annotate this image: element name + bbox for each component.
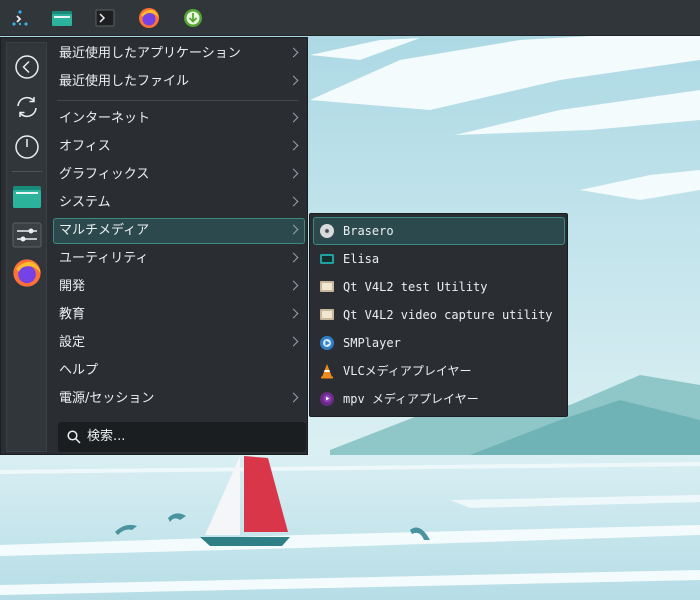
menu-item-recent-files[interactable]: 最近使用したファイル xyxy=(53,69,305,95)
search-placeholder: 検索... xyxy=(87,429,126,444)
menu-item-education[interactable]: 教育 xyxy=(53,302,305,328)
monitor-icon xyxy=(320,281,334,292)
chevron-right-icon xyxy=(288,75,299,86)
chevron-right-icon xyxy=(288,224,299,235)
download-icon[interactable] xyxy=(179,4,207,32)
submenu-item-vlc[interactable]: VLCメディアプレイヤー xyxy=(313,357,565,385)
taskbar xyxy=(0,0,700,36)
chevron-right-icon xyxy=(288,308,299,319)
application-menu: 最近使用したアプリケーション 最近使用したファイル インターネット オフィス グ… xyxy=(0,37,308,455)
menu-item-label: 電源/セッション xyxy=(59,391,155,406)
menu-item-label: ヘルプ xyxy=(59,363,99,378)
submenu-item-label: Brasero xyxy=(343,224,394,238)
menu-item-label: 最近使用したアプリケーション xyxy=(59,46,241,61)
menu-item-development[interactable]: 開発 xyxy=(53,274,305,300)
menu-item-label: 最近使用したファイル xyxy=(59,74,190,89)
submenu-item-elisa[interactable]: Elisa xyxy=(313,245,565,273)
menu-item-label: システム xyxy=(59,195,111,210)
submenu-item-label: Qt V4L2 test Utility xyxy=(343,280,488,294)
submenu-item-qt-v4l2-test[interactable]: Qt V4L2 test Utility xyxy=(313,273,565,301)
menu-item-internet[interactable]: インターネット xyxy=(53,106,305,132)
menu-item-office[interactable]: オフィス xyxy=(53,134,305,160)
refresh-icon[interactable] xyxy=(11,91,43,123)
vlc-cone-icon xyxy=(321,364,333,379)
submenu-item-brasero[interactable]: Brasero xyxy=(313,217,565,245)
menu-item-settings[interactable]: 設定 xyxy=(53,330,305,356)
chevron-right-icon xyxy=(288,112,299,123)
submenu-item-label: SMPlayer xyxy=(343,336,401,350)
menu-item-label: 教育 xyxy=(59,307,86,322)
mpv-icon xyxy=(320,392,334,406)
smplayer-icon xyxy=(320,336,334,350)
search-icon xyxy=(67,430,81,444)
chevron-right-icon xyxy=(288,140,299,151)
firefox-icon[interactable] xyxy=(135,4,163,32)
firefox-icon[interactable] xyxy=(11,257,43,289)
menu-item-label: 設定 xyxy=(59,335,86,350)
monitor-icon xyxy=(320,309,334,320)
menu-separator xyxy=(57,100,299,101)
menu-item-label: マルチメディア xyxy=(59,223,150,238)
menu-item-label: ユーティリティ xyxy=(59,251,149,266)
application-launcher-icon[interactable] xyxy=(6,4,34,32)
chevron-right-icon xyxy=(288,252,299,263)
menu-item-label: 開発 xyxy=(59,279,86,294)
menu-item-system[interactable]: システム xyxy=(53,190,305,216)
submenu-item-label: Qt V4L2 video capture utility xyxy=(343,308,553,322)
menu-item-recent-apps[interactable]: 最近使用したアプリケーション xyxy=(53,41,305,67)
menu-item-multimedia[interactable]: マルチメディア xyxy=(53,218,305,244)
menu-item-label: インターネット xyxy=(59,111,151,126)
multimedia-submenu: Brasero Elisa Qt V4L2 test Utility Qt V4… xyxy=(309,213,568,417)
menu-item-label: グラフィックス xyxy=(59,167,150,182)
chevron-right-icon xyxy=(288,196,299,207)
chevron-right-icon xyxy=(288,392,299,403)
submenu-item-qt-v4l2-capture[interactable]: Qt V4L2 video capture utility xyxy=(313,301,565,329)
music-player-icon xyxy=(320,254,334,264)
submenu-item-mpv[interactable]: mpv メディアプレイヤー xyxy=(313,385,565,413)
chevron-right-icon xyxy=(288,280,299,291)
search-input[interactable]: 検索... xyxy=(58,422,306,452)
submenu-item-smplayer[interactable]: SMPlayer xyxy=(313,329,565,357)
submenu-item-label: VLCメディアプレイヤー xyxy=(343,364,472,378)
settings-icon[interactable] xyxy=(11,219,43,251)
power-icon[interactable] xyxy=(11,131,43,163)
menu-item-help[interactable]: ヘルプ xyxy=(53,358,305,384)
menu-item-label: オフィス xyxy=(59,139,111,154)
chevron-right-icon xyxy=(288,336,299,347)
menu-item-utilities[interactable]: ユーティリティ xyxy=(53,246,305,272)
disc-icon xyxy=(320,224,334,238)
sidebar-separator xyxy=(12,171,42,172)
folder-icon[interactable] xyxy=(11,181,43,213)
menu-item-graphics[interactable]: グラフィックス xyxy=(53,162,305,188)
terminal-icon[interactable] xyxy=(91,4,119,32)
submenu-item-label: Elisa xyxy=(343,252,380,266)
favorites-sidebar xyxy=(6,42,47,452)
chevron-right-icon xyxy=(288,168,299,179)
chevron-right-icon xyxy=(288,47,299,58)
submenu-item-label: mpv メディアプレイヤー xyxy=(343,392,479,406)
menu-item-power-session[interactable]: 電源/セッション xyxy=(53,386,305,412)
file-manager-icon[interactable] xyxy=(48,4,76,32)
back-icon[interactable] xyxy=(11,51,43,83)
